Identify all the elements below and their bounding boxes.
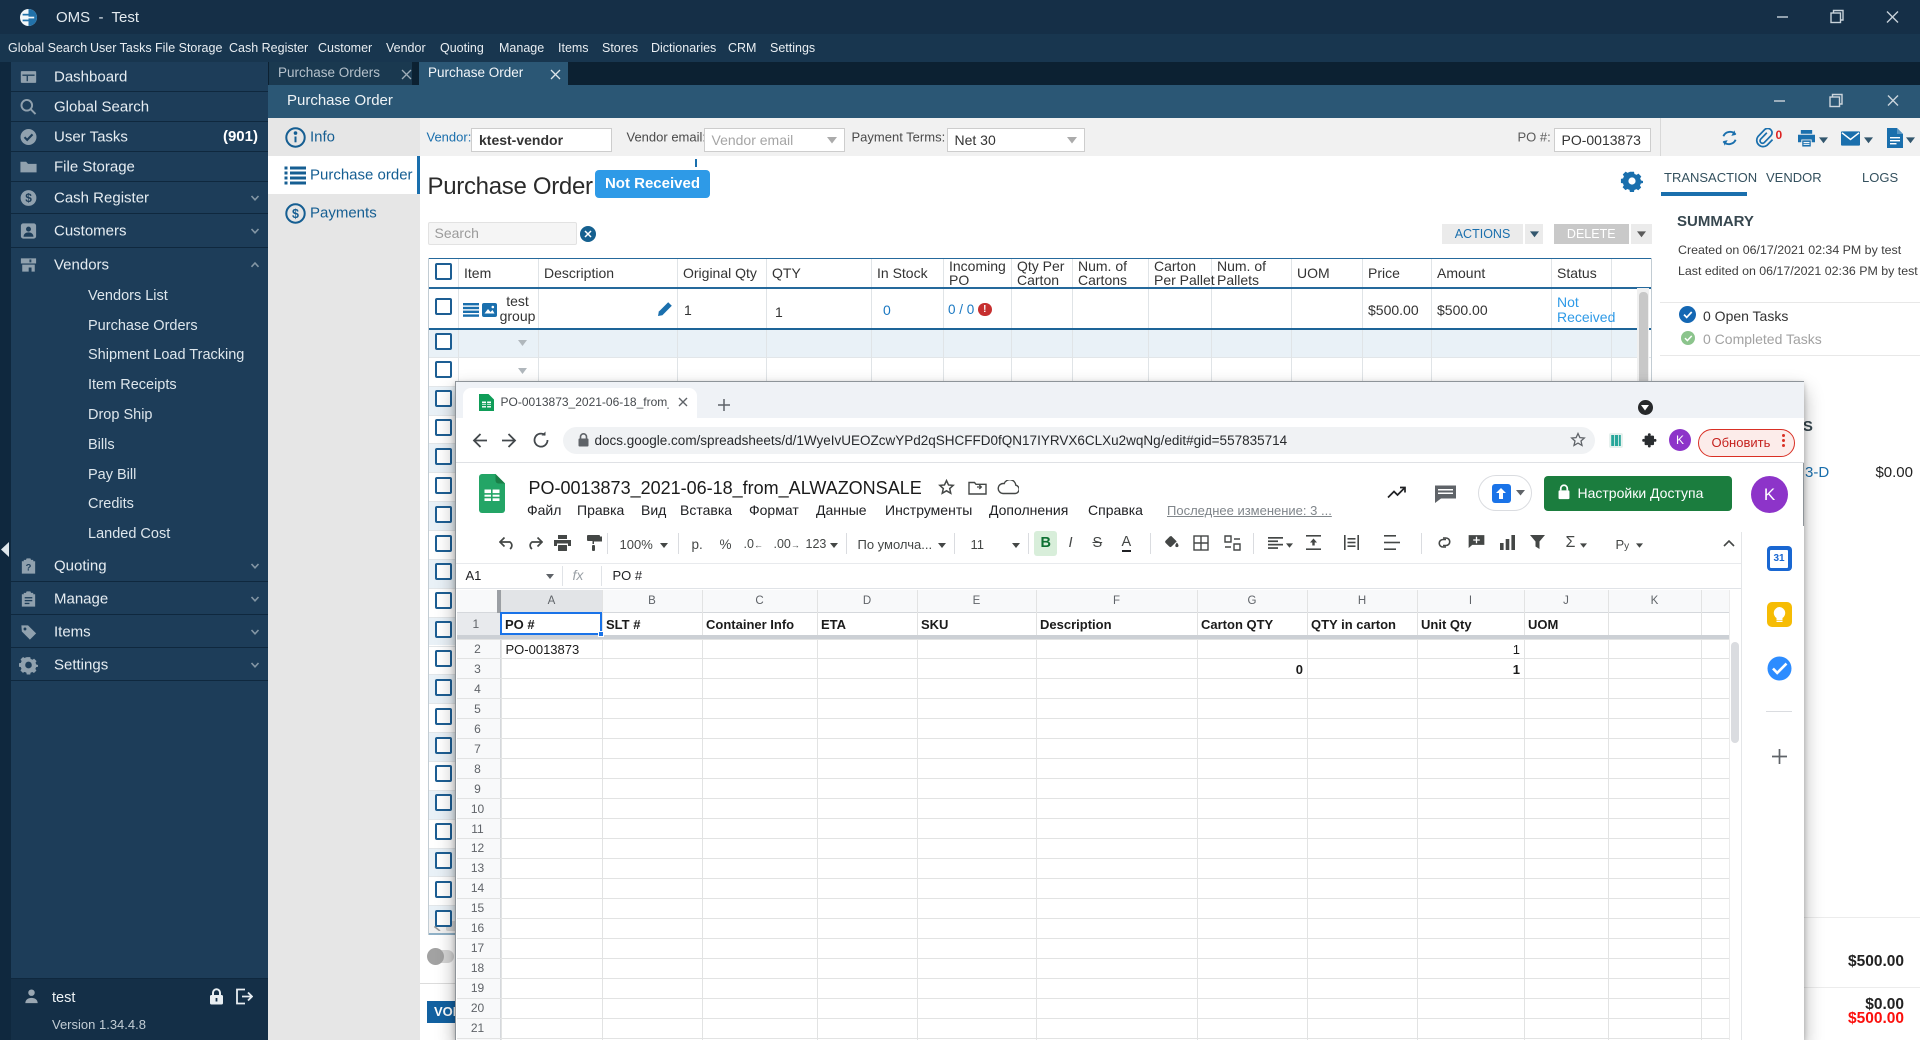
svg-text:$: $	[292, 207, 299, 221]
svg-text:$: $	[25, 191, 32, 205]
svg-text:?: ?	[26, 562, 32, 573]
